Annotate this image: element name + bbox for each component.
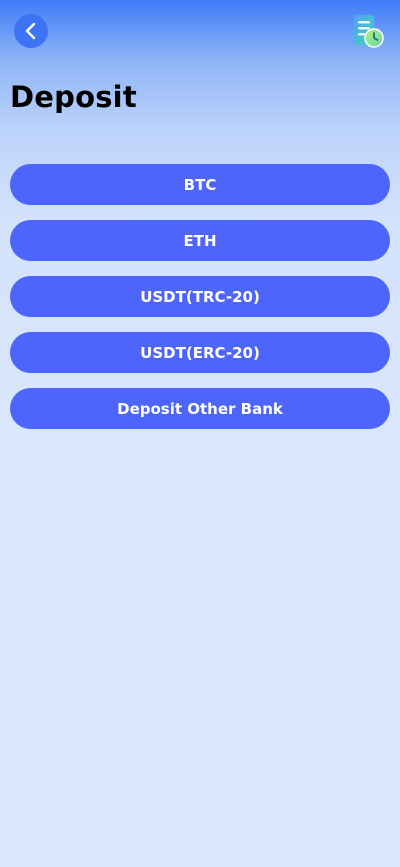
deposit-option-other-bank[interactable]: Deposit Other Bank: [10, 388, 390, 429]
chevron-left-icon: [25, 22, 36, 40]
deposit-option-usdt-erc20[interactable]: USDT(ERC-20): [10, 332, 390, 373]
deposit-option-btc[interactable]: BTC: [10, 164, 390, 205]
deposit-history-button[interactable]: [352, 14, 386, 48]
deposit-option-eth[interactable]: ETH: [10, 220, 390, 261]
back-button[interactable]: [14, 14, 48, 48]
deposit-options-list: BTC ETH USDT(TRC-20) USDT(ERC-20) Deposi…: [10, 164, 390, 444]
top-bar: [0, 0, 400, 62]
page-title: Deposit: [10, 80, 137, 114]
document-clock-icon: [354, 15, 384, 48]
deposit-option-usdt-trc20[interactable]: USDT(TRC-20): [10, 276, 390, 317]
